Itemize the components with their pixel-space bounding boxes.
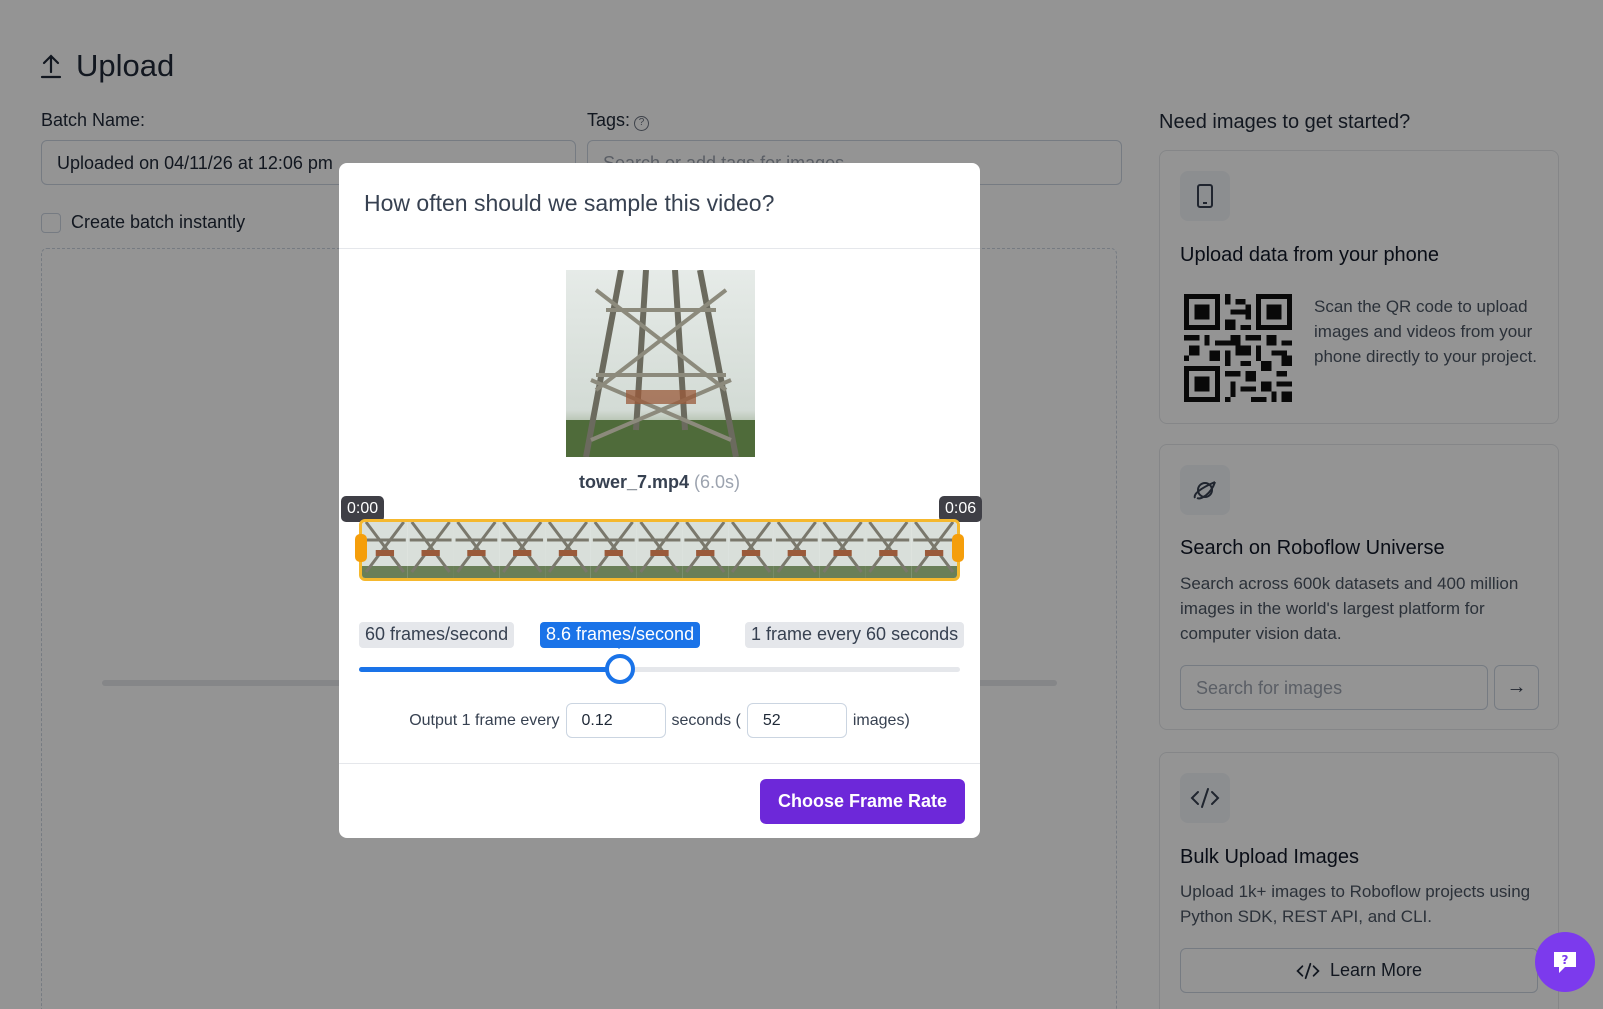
frame-rate-slider[interactable] [359, 667, 960, 672]
filmstrip-frame [499, 522, 546, 578]
filmstrip-frames [362, 522, 957, 578]
filmstrip-frame [682, 522, 729, 578]
filmstrip-frame [865, 522, 912, 578]
filmstrip-frame [911, 522, 957, 578]
filmstrip-frame [728, 522, 774, 578]
rate-max-label: 1 frame every 60 seconds [745, 622, 965, 648]
modal-footer-divider [339, 763, 980, 764]
video-filmstrip[interactable] [359, 519, 960, 581]
video-file-info: tower_7.mp4 (6.0s) [339, 472, 980, 493]
sample-video-modal: How often should we sample this video? t… [339, 163, 983, 838]
svg-text:?: ? [1562, 953, 1569, 967]
help-chat-button[interactable]: ? [1535, 932, 1595, 992]
filmstrip-frame [453, 522, 500, 578]
video-duration: (6.0s) [694, 472, 741, 492]
filmstrip-frame [407, 522, 454, 578]
filmstrip-frame [362, 522, 408, 578]
video-thumbnail [566, 270, 755, 457]
choose-frame-rate-button[interactable]: Choose Frame Rate [760, 779, 965, 824]
filmstrip-frame [819, 522, 866, 578]
output-settings-row: Output 1 frame every seconds ( images) [339, 703, 980, 738]
trim-start-handle[interactable] [355, 534, 367, 562]
seconds-input[interactable] [565, 703, 666, 738]
rate-min-label: 60 frames/second [359, 622, 515, 648]
slider-fill [359, 667, 621, 672]
images-label: images) [852, 711, 910, 729]
filmstrip-frame [636, 522, 683, 578]
help-chat-icon: ? [1554, 952, 1576, 973]
filmstrip-frame [590, 522, 637, 578]
rate-current-pointer [615, 645, 623, 649]
video-file-name: tower_7.mp4 [578, 472, 689, 492]
slider-thumb[interactable] [605, 654, 636, 684]
seconds-label: seconds ( [671, 711, 741, 729]
modal-header-divider [339, 248, 980, 249]
modal-title: How often should we sample this video? [364, 190, 775, 216]
filmstrip-frame [545, 522, 591, 578]
output-prefix: Output 1 frame every [409, 711, 560, 729]
trim-end-handle[interactable] [952, 534, 964, 562]
images-input[interactable] [746, 703, 847, 738]
filmstrip-frame [773, 522, 820, 578]
